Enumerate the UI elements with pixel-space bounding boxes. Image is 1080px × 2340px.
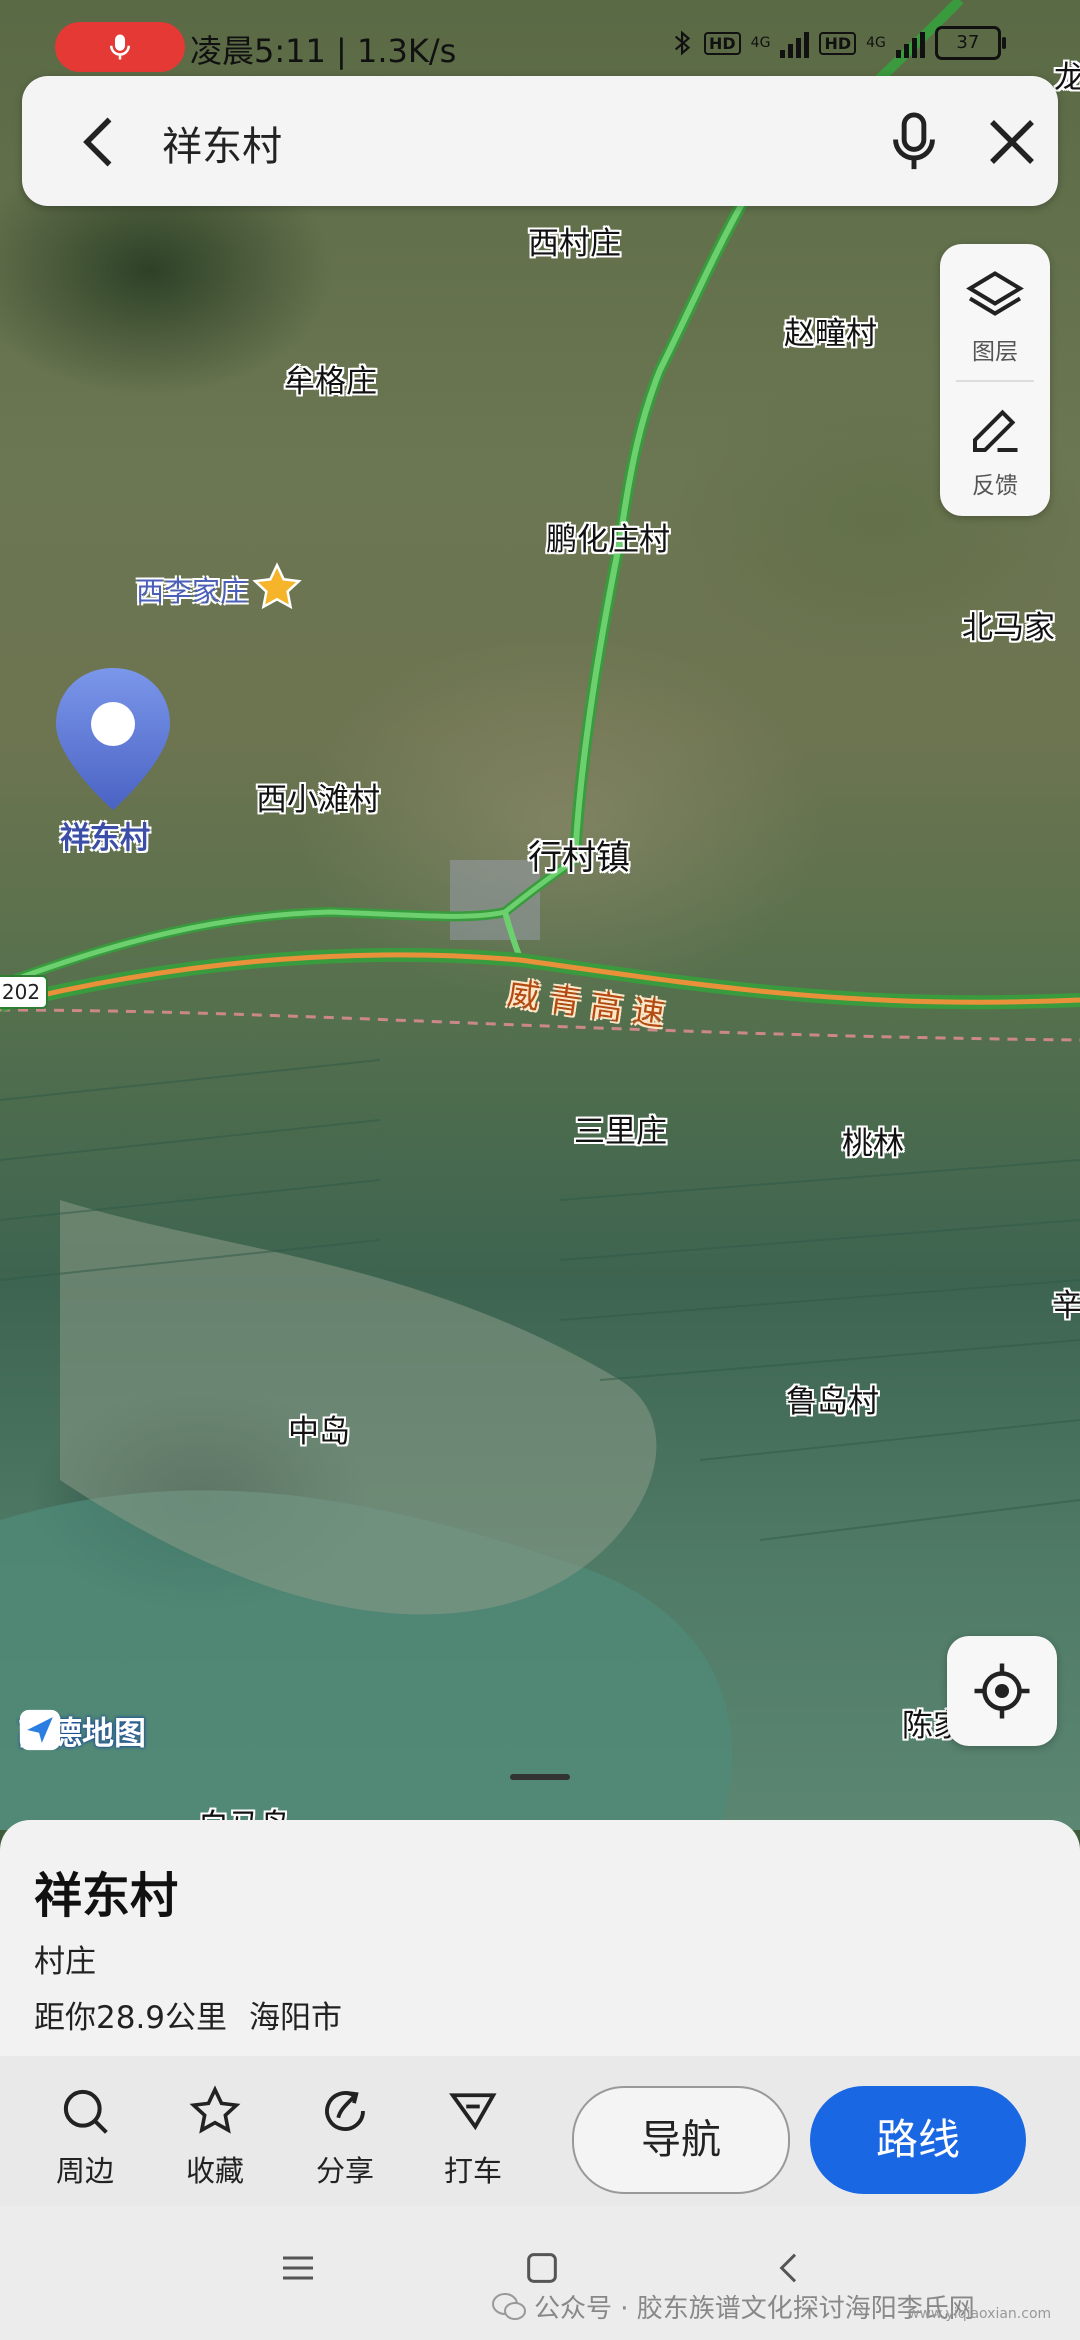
road-shield: 202 — [0, 975, 48, 1009]
amap-arrow-icon — [19, 1709, 61, 1751]
edit-feedback-icon — [973, 409, 1018, 452]
place-label-xingcunzhen[interactable]: 行村镇 — [528, 830, 630, 879]
location-pin-icon[interactable] — [52, 664, 174, 814]
back-nav-icon[interactable] — [770, 2248, 810, 2288]
route-button[interactable]: 路线 — [810, 2086, 1026, 2194]
voice-search-icon[interactable] — [884, 110, 944, 174]
share-button[interactable]: 分享 — [295, 2084, 395, 2190]
nearby-button[interactable]: 周边 — [35, 2084, 135, 2190]
mic-icon — [110, 34, 130, 60]
star-icon — [189, 2085, 241, 2134]
place-city: 海阳市 — [249, 2000, 343, 2036]
star-poi-icon[interactable] — [252, 562, 302, 612]
place-label-xicunzhuang[interactable]: 西村庄 — [528, 218, 621, 263]
panel-divider — [956, 380, 1034, 382]
place-label-ludaocun[interactable]: 鲁岛村 — [786, 1376, 879, 1421]
place-label-mougezhuang[interactable]: 牟格庄 — [284, 356, 377, 401]
net-type-label-2: 4G — [866, 35, 886, 51]
share-icon — [325, 2091, 365, 2131]
amap-logo: 高德地图 — [18, 1708, 146, 1754]
action-bar: 周边 收藏 分享 打车 导航 路线 — [0, 2056, 1080, 2206]
layers-label: 图层 — [972, 339, 1018, 365]
sheet-drag-handle[interactable] — [510, 1774, 570, 1780]
feedback-button[interactable]: 反馈 — [940, 400, 1050, 500]
place-label-xixiaotancun[interactable]: 西小滩村 — [256, 774, 380, 819]
pin-label: 祥东村 — [60, 821, 150, 856]
place-label-xin[interactable]: 辛 — [1052, 1280, 1080, 1325]
watermark-url: www.yiqiaoxian.com — [908, 2306, 1052, 2322]
system-navigation-bar: 公众号 · 胶东族谱文化探讨海阳李氏网 www.yiqiaoxian.com — [0, 2206, 1080, 2340]
wechat-icon — [492, 2292, 526, 2320]
place-label-zhaotongcun[interactable]: 赵疃村 — [784, 308, 877, 353]
signal-icon-2 — [895, 28, 925, 58]
share-label: 分享 — [315, 2154, 374, 2188]
taxi-label: 打车 — [443, 2154, 502, 2188]
place-label-beimajia[interactable]: 北马家 — [962, 602, 1055, 647]
favorite-label: 收藏 — [185, 2154, 244, 2188]
layers-icon — [966, 271, 1024, 316]
taxi-flag-icon — [449, 2093, 497, 2131]
place-label-penghuazhuangcun[interactable]: 鹏化庄村 — [546, 514, 670, 559]
place-distance-row: 距你28.9公里 海阳市 — [34, 1992, 364, 2037]
bluetooth-icon — [674, 30, 691, 56]
status-time-speed: 凌晨5:11 | 1.3K/s — [190, 32, 457, 70]
back-icon[interactable] — [72, 112, 132, 172]
place-title: 祥东村 — [34, 1868, 179, 1924]
navigate-button[interactable]: 导航 — [572, 2086, 790, 2194]
place-category: 村庄 — [34, 1944, 96, 1980]
hd-badge-2: HD — [819, 31, 857, 55]
layers-button[interactable]: 图层 — [940, 266, 1050, 366]
nearby-label: 周边 — [55, 2154, 114, 2188]
place-label-zhongdao[interactable]: 中岛 — [288, 1406, 350, 1451]
place-label-sanlizhuang[interactable]: 三里庄 — [574, 1106, 667, 1151]
watermark: 公众号 · 胶东族谱文化探讨海阳李氏网 — [492, 2288, 975, 2325]
place-detail-sheet: 祥东村 村庄 距你28.9公里 海阳市 周边 收藏 分享 打车 导航 路线 公众… — [0, 1820, 1080, 2340]
net-type-label: 4G — [750, 35, 771, 51]
feedback-label: 反馈 — [972, 473, 1018, 499]
place-label-taolin[interactable]: 桃林 — [842, 1118, 904, 1163]
poi-label-xilijiazhuang[interactable]: 西李家庄 — [136, 570, 248, 610]
crosshair-icon — [974, 1663, 1030, 1719]
locate-me-button[interactable] — [947, 1636, 1057, 1746]
voice-recording-pill[interactable] — [55, 22, 185, 72]
close-icon[interactable] — [982, 112, 1042, 172]
favorite-button[interactable]: 收藏 — [165, 2084, 265, 2190]
hd-badge: HD — [704, 31, 741, 55]
map-roads-layer — [0, 0, 1080, 1830]
status-indicators: HD 4G HD 4G 37 — [672, 26, 1006, 60]
map-tools-panel: 图层 反馈 — [940, 244, 1050, 516]
satellite-map[interactable]: 202 西村庄 赵疃村 牟格庄 鹏化庄村 西李家庄 北马家 龙 祥东村 西小滩村… — [0, 0, 1080, 1830]
search-query[interactable]: 祥东村 — [162, 114, 282, 172]
taxi-button[interactable]: 打车 — [423, 2084, 523, 2190]
place-distance: 距你28.9公里 — [34, 2000, 228, 2036]
search-bar[interactable]: 祥东村 — [22, 76, 1058, 206]
search-icon — [63, 2089, 108, 2134]
battery-icon: 37 — [934, 26, 1006, 60]
signal-icon — [780, 28, 810, 58]
menu-nav-icon[interactable] — [278, 2248, 318, 2288]
home-nav-icon[interactable] — [522, 2248, 562, 2288]
